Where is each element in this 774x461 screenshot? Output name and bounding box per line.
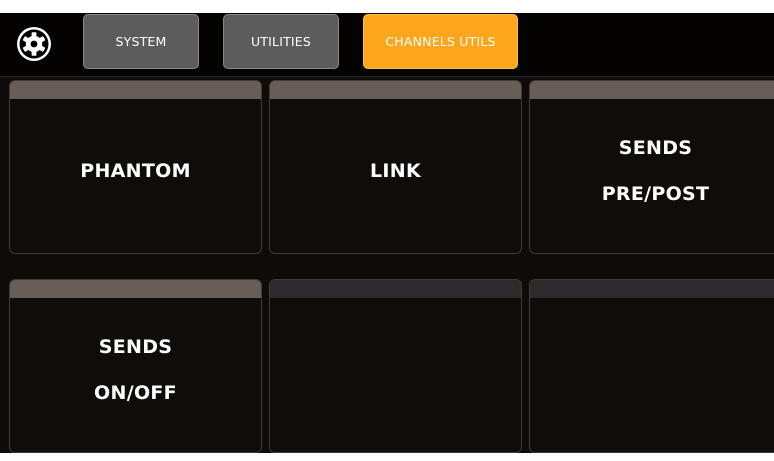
on-off-label: ON/OFF — [94, 382, 177, 404]
settings-button[interactable] — [16, 26, 52, 62]
tab-system[interactable]: SYSTEM — [83, 14, 199, 69]
tab-channels-utils-label: CHANNELS UTILS — [385, 34, 496, 49]
top-bar: SYSTEM UTILITIES CHANNELS UTILS — [0, 13, 774, 76]
link-button[interactable]: LINK — [269, 80, 522, 254]
tab-utilities-label: UTILITIES — [250, 34, 312, 49]
tab-system-label: SYSTEM — [115, 34, 167, 49]
tile-header-strip — [530, 81, 774, 99]
pre-post-label: PRE/POST — [601, 183, 710, 205]
link-label: LINK — [369, 160, 421, 182]
sends-label: SENDS — [618, 137, 693, 159]
sends-pre-post-button[interactable]: SENDS PRE/POST — [529, 80, 774, 254]
tile-header-strip — [270, 81, 521, 99]
phantom-button[interactable]: PHANTOM — [9, 80, 262, 254]
phantom-label: PHANTOM — [80, 160, 191, 182]
tile-header-strip — [10, 280, 261, 298]
header-divider — [0, 76, 774, 77]
tile-header-strip — [270, 280, 521, 298]
tab-channels-utils[interactable]: CHANNELS UTILS — [363, 14, 518, 69]
sends-on-off-button[interactable]: SENDS ON/OFF — [9, 279, 262, 453]
empty-tile — [269, 279, 522, 453]
gear-icon — [17, 27, 51, 61]
tile-header-strip — [530, 280, 774, 298]
channels-utils-screen: SYSTEM UTILITIES CHANNELS UTILS PHANTOM … — [0, 13, 774, 453]
empty-tile — [529, 279, 774, 453]
tile-header-strip — [10, 81, 261, 99]
sends-label: SENDS — [98, 336, 173, 358]
tab-utilities[interactable]: UTILITIES — [223, 14, 339, 69]
